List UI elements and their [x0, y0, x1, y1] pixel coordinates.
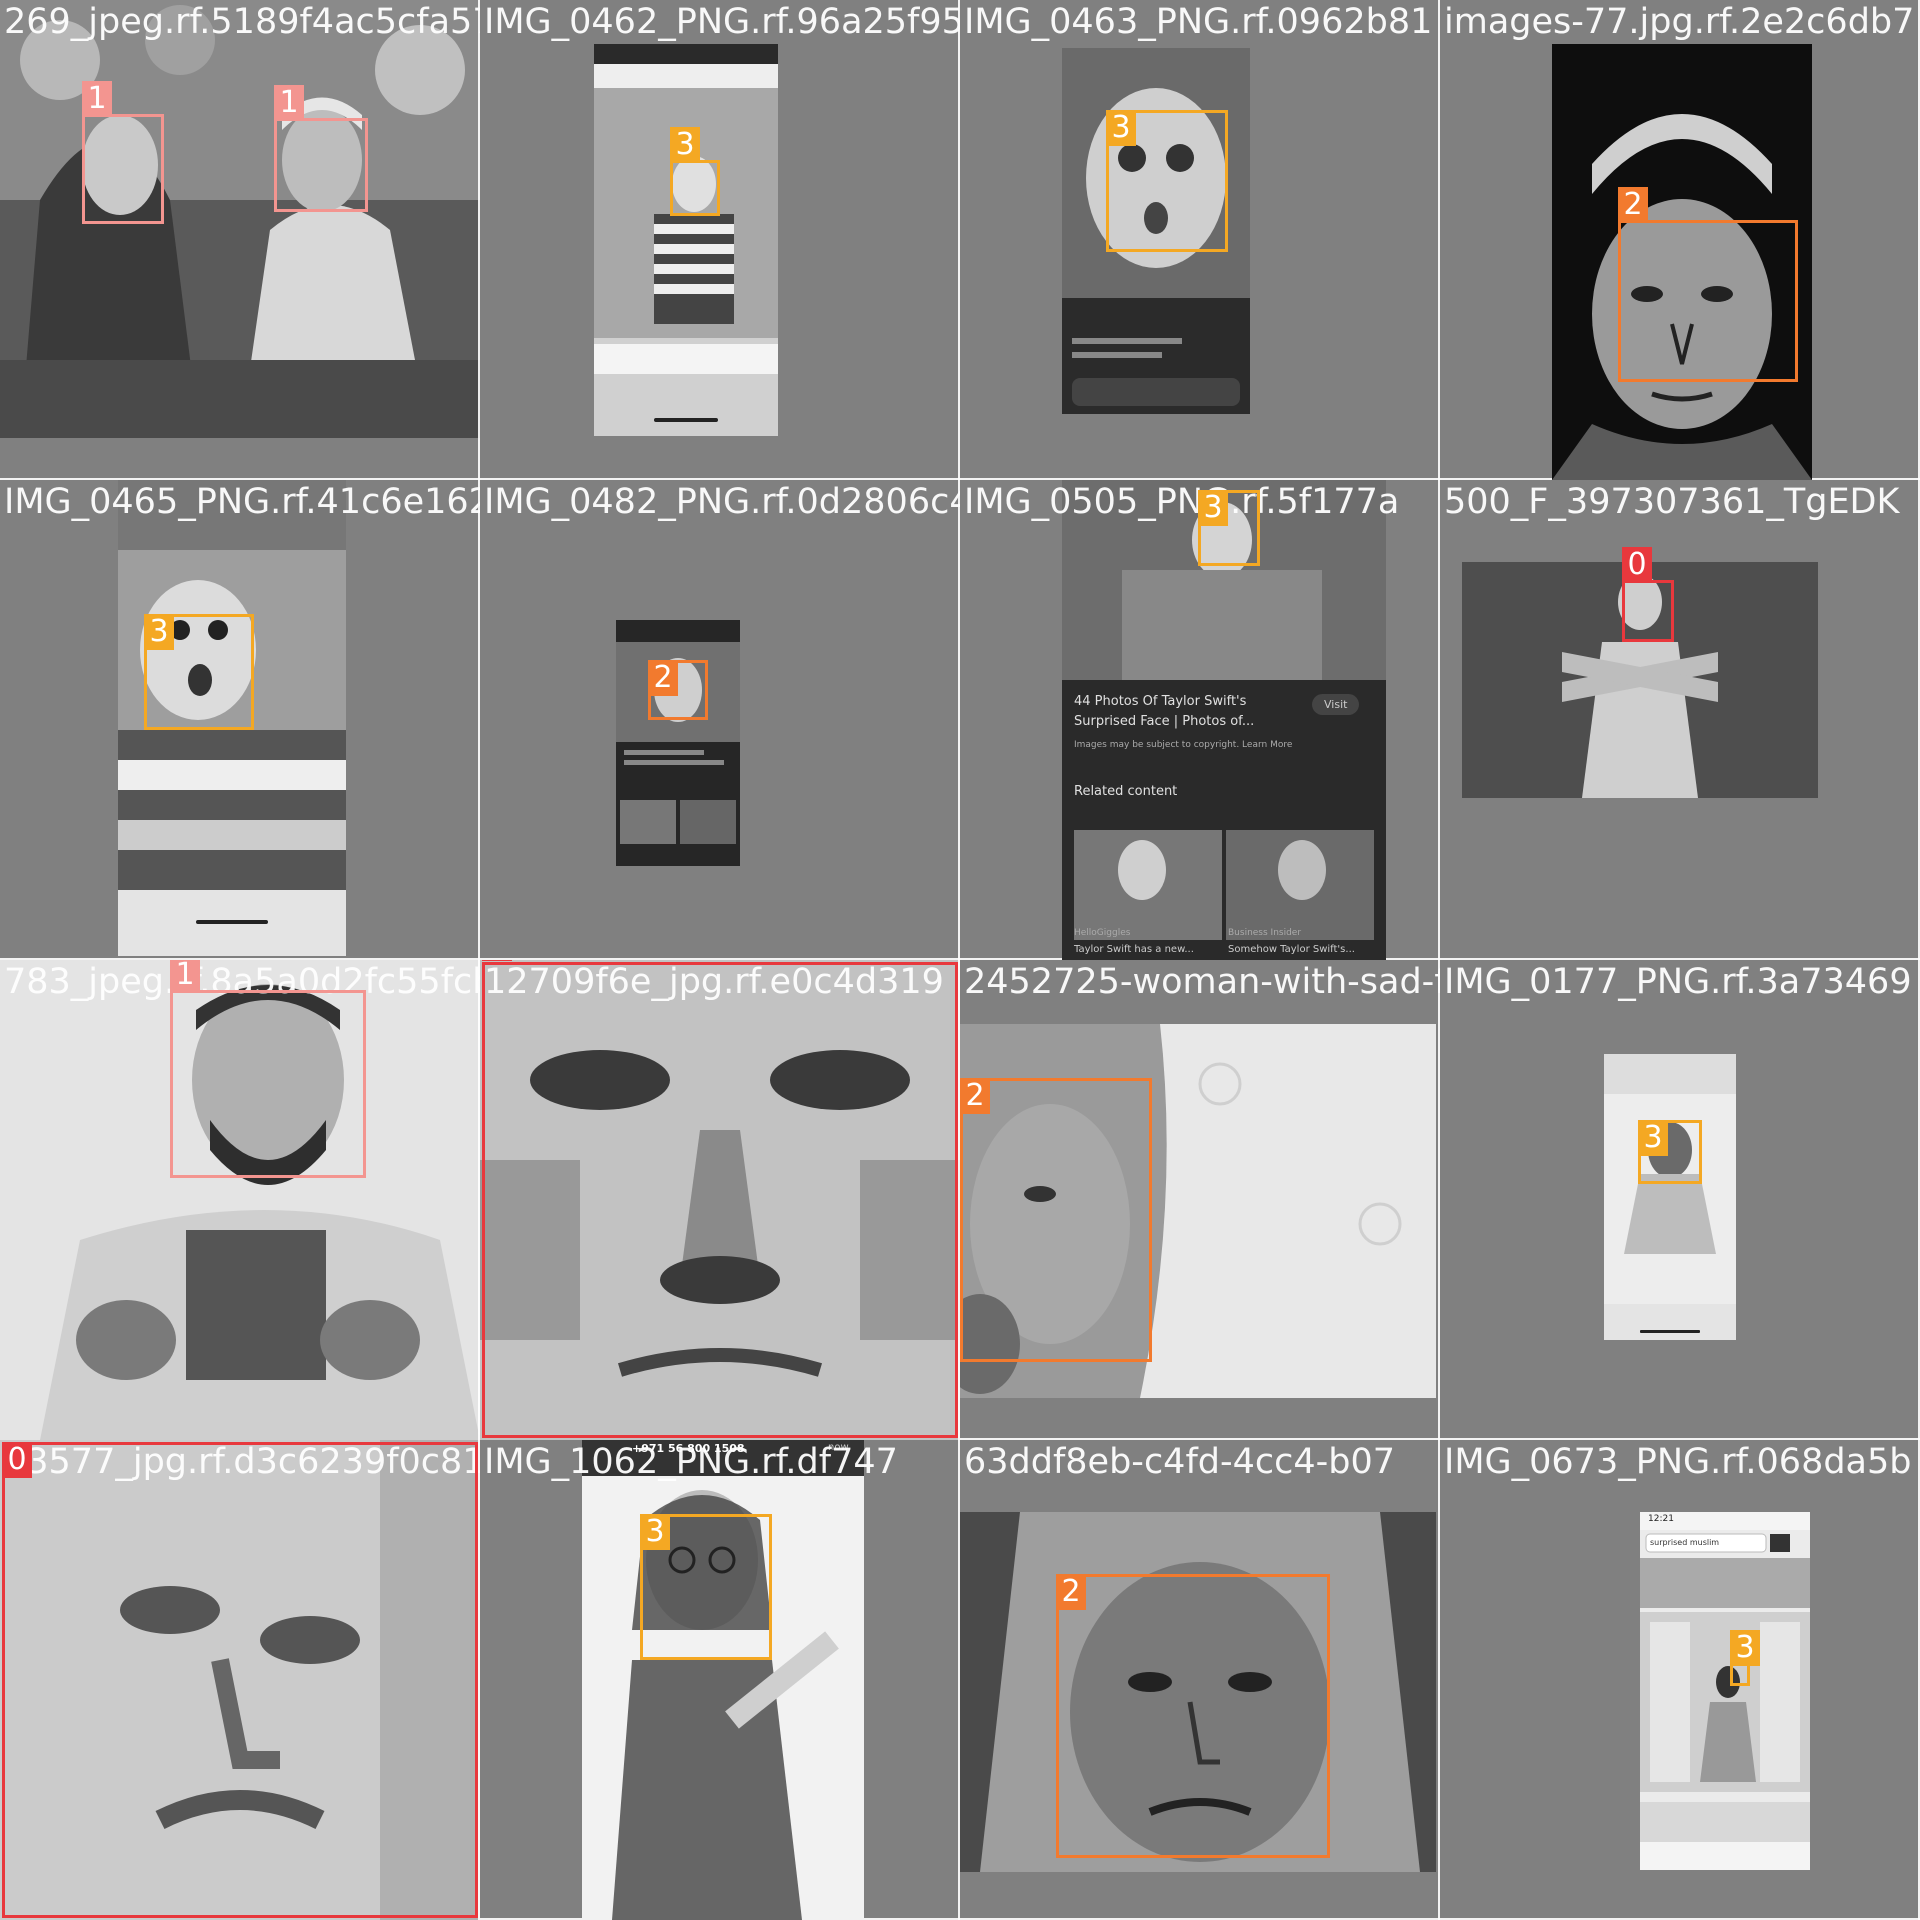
result-caption: 44 Photos Of Taylor Swift's: [1074, 694, 1247, 709]
bbox: 3: [1106, 110, 1228, 252]
bbox-class-label: 2: [1056, 1574, 1086, 1610]
bbox-class-label: 2: [960, 1078, 990, 1114]
tile-5: IMG_0482_PNG.rf.0d2806c4 2: [480, 480, 960, 960]
search-query[interactable]: surprised muslim: [1650, 1538, 1719, 1547]
bbox: 3: [144, 614, 254, 730]
bbox: 3: [1730, 1630, 1760, 1686]
bbox-class-label: 3: [1638, 1120, 1668, 1156]
tile-8: 783_jpeg.rf.8a5a0d2fc55fcb 1: [0, 960, 480, 1440]
tile-15: 12:21 surprised muslim IMG_0673_PNG.rf.0…: [1440, 1440, 1920, 1920]
result-caption: Surprised Face | Photos of...: [1074, 714, 1255, 729]
bbox-class-label: 2: [648, 660, 678, 696]
bbox: 2: [1056, 1574, 1330, 1858]
bbox-class-label: 3: [1106, 110, 1136, 146]
tile-9: 12709f6e_jpg.rf.e0c4d319 0: [480, 960, 960, 1440]
tile-filename: IMG_0482_PNG.rf.0d2806c4: [484, 482, 960, 522]
bbox: 3: [1638, 1120, 1702, 1184]
tile-filename: 269_jpeg.rf.5189f4ac5cfa57f: [4, 2, 480, 42]
tile-13: +971 56 800 1508 now IMG_1062_PNG.rf.df7…: [480, 1440, 960, 1920]
tile-filename: IMG_0462_PNG.rf.96a25f95: [484, 2, 960, 42]
bbox: 0: [1622, 547, 1674, 642]
bbox-class-label: 1: [274, 85, 304, 121]
copyright-note: Images may be subject to copyright. Lear…: [1074, 740, 1293, 750]
visit-button[interactable]: Visit: [1312, 694, 1360, 715]
tile-1: IMG_0462_PNG.rf.96a25f95 3: [480, 0, 960, 480]
tile-filename: 63ddf8eb-c4fd-4cc4-b07: [964, 1442, 1396, 1482]
bbox: 2: [960, 1078, 1152, 1362]
tile-filename: 2452725-woman-with-sad-face: [964, 962, 1440, 1002]
phone-screenshot: [594, 44, 778, 436]
tile-filename: IMG_0673_PNG.rf.068da5b: [1444, 1442, 1912, 1482]
phone-screenshot: 12:21 surprised muslim: [1640, 1512, 1810, 1870]
photo: +971 56 800 1508 now: [582, 1440, 864, 1920]
bbox-class-label: 3: [144, 614, 174, 650]
tile-3: images-77.jpg.rf.2e2c6db7 2: [1440, 0, 1920, 480]
tile-4: IMG_0465_PNG.rf.41c6e162 3: [0, 480, 480, 960]
tile-10: 2452725-woman-with-sad-face 2: [960, 960, 1440, 1440]
tile-0: 269_jpeg.rf.5189f4ac5cfa57f 1 1: [0, 0, 480, 480]
bbox: 0: [482, 960, 958, 1438]
tile-filename: IMG_1062_PNG.rf.df747: [484, 1442, 898, 1482]
bbox-class-label: 0: [2, 1442, 32, 1478]
related-source: HelloGiggles: [1074, 928, 1131, 938]
bbox: 0: [2, 1442, 478, 1918]
phone-screenshot: [1604, 1054, 1736, 1340]
bbox: 1: [274, 85, 368, 212]
related-source: Business Insider: [1228, 928, 1302, 938]
bbox: 3: [640, 1514, 772, 1660]
bbox: 2: [648, 660, 708, 720]
related-title: Taylor Swift has a new...: [1074, 944, 1194, 955]
related-content-heading: Related content: [1074, 784, 1178, 799]
tile-filename: 500_F_397307361_TgEDK: [1444, 482, 1900, 522]
tile-7: 500_F_397307361_TgEDK 0: [1440, 480, 1920, 960]
mosaic-grid: 269_jpeg.rf.5189f4ac5cfa57f 1 1 IMG_0462…: [0, 0, 1920, 1920]
bbox: 1: [170, 960, 366, 1178]
photo: [0, 0, 480, 438]
tile-6: 44 Photos Of Taylor Swift's Surprised Fa…: [960, 480, 1440, 960]
bbox: 2: [1618, 187, 1798, 382]
bbox-class-label: 3: [1198, 490, 1228, 526]
tile-2: IMG_0463_PNG.rf.0962b81 3: [960, 0, 1440, 480]
bbox-class-label: 2: [1618, 187, 1648, 223]
bbox: 3: [1198, 490, 1260, 566]
bbox-class-label: 3: [670, 127, 700, 163]
bbox-class-label: 0: [482, 960, 512, 961]
phone-screenshot: [616, 620, 740, 866]
bbox-class-label: 0: [1622, 547, 1652, 583]
bbox-class-label: 3: [640, 1514, 670, 1550]
tile-14: 63ddf8eb-c4fd-4cc4-b07 2: [960, 1440, 1440, 1920]
tile-11: IMG_0177_PNG.rf.3a73469 3: [1440, 960, 1920, 1440]
bbox-class-label: 1: [170, 960, 200, 993]
tile-filename: IMG_0177_PNG.rf.3a73469: [1444, 962, 1912, 1002]
related-title: Somehow Taylor Swift's...: [1228, 944, 1355, 955]
bbox: 3: [670, 127, 720, 216]
tile-12: 13577_jpg.rf.d3c6239f0c81e 0: [0, 1440, 480, 1920]
bbox-class-label: 1: [82, 81, 112, 117]
status-time: 12:21: [1648, 1514, 1674, 1524]
tile-filename: images-77.jpg.rf.2e2c6db7: [1444, 2, 1915, 42]
bbox: 1: [82, 81, 164, 224]
tile-filename: IMG_0463_PNG.rf.0962b81: [964, 2, 1433, 42]
tile-filename: IMG_0465_PNG.rf.41c6e162: [4, 482, 480, 522]
bbox-class-label: 3: [1730, 1630, 1760, 1666]
